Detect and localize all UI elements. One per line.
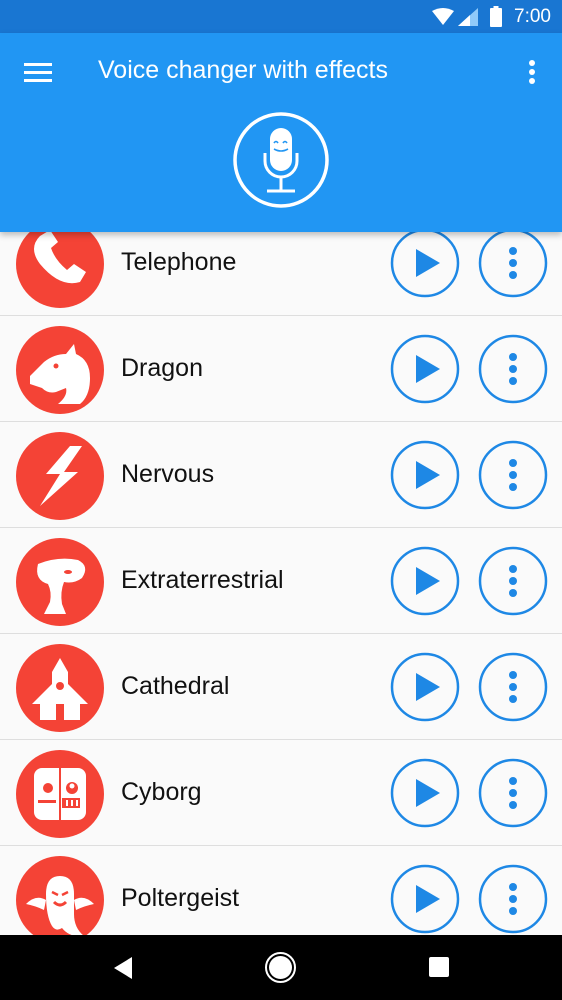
play-button[interactable] — [390, 758, 460, 828]
effect-options-button[interactable] — [478, 440, 548, 510]
effect-name: Cyborg — [121, 778, 202, 806]
play-button[interactable] — [390, 546, 460, 616]
cyborg-icon — [16, 750, 104, 838]
more-vert-icon — [509, 247, 517, 279]
effects-list: Telephone Dragon Nervous Extraterrestrial Ca… — [0, 210, 562, 952]
app-title: Voice changer with effects — [98, 56, 388, 84]
ghost-icon — [16, 856, 104, 944]
effect-options-button[interactable] — [478, 228, 548, 298]
effect-row[interactable]: Dragon — [0, 316, 562, 422]
microphone-icon[interactable] — [232, 111, 330, 209]
battery-icon — [490, 6, 502, 27]
effect-name: Telephone — [121, 248, 237, 276]
status-time: 7:00 — [514, 6, 551, 27]
effect-row[interactable]: Cathedral — [0, 634, 562, 740]
cathedral-icon — [16, 644, 104, 732]
play-icon — [416, 355, 440, 383]
effect-name: Poltergeist — [121, 884, 240, 912]
effect-options-button[interactable] — [478, 864, 548, 934]
back-icon[interactable] — [112, 956, 134, 980]
play-button[interactable] — [390, 864, 460, 934]
effect-name: Cathedral — [121, 672, 230, 700]
effect-row[interactable]: Nervous — [0, 422, 562, 528]
lightning-icon — [16, 432, 104, 520]
more-vert-icon — [509, 565, 517, 597]
effect-name: Nervous — [121, 460, 215, 488]
telephone-icon — [16, 220, 104, 308]
hamburger-menu-icon[interactable] — [24, 60, 52, 84]
play-icon — [416, 461, 440, 489]
status-bar: 7:00 — [0, 0, 562, 33]
effect-name: Dragon — [121, 354, 203, 382]
effect-row[interactable]: Extraterrestrial — [0, 528, 562, 634]
effect-options-button[interactable] — [478, 546, 548, 616]
home-icon[interactable] — [264, 951, 297, 984]
play-icon — [416, 779, 440, 807]
more-vert-icon — [509, 459, 517, 491]
more-vert-icon — [509, 777, 517, 809]
play-button[interactable] — [390, 440, 460, 510]
navigation-bar — [0, 935, 562, 1000]
play-icon — [416, 567, 440, 595]
signal-icon — [458, 8, 478, 26]
app-bar: Voice changer with effects — [0, 33, 562, 232]
wifi-icon — [432, 8, 454, 25]
more-vert-icon — [509, 671, 517, 703]
more-vert-icon — [509, 883, 517, 915]
play-button[interactable] — [390, 652, 460, 722]
play-icon — [416, 885, 440, 913]
effect-row[interactable]: Cyborg — [0, 740, 562, 846]
play-button[interactable] — [390, 228, 460, 298]
more-vert-icon[interactable] — [520, 57, 544, 87]
dragon-icon — [16, 326, 104, 414]
play-icon — [416, 673, 440, 701]
more-vert-icon — [509, 353, 517, 385]
effect-options-button[interactable] — [478, 334, 548, 404]
alien-icon — [16, 538, 104, 626]
effect-options-button[interactable] — [478, 758, 548, 828]
recents-icon[interactable] — [428, 956, 450, 978]
play-icon — [416, 249, 440, 277]
effect-options-button[interactable] — [478, 652, 548, 722]
effect-name: Extraterrestrial — [121, 566, 284, 594]
play-button[interactable] — [390, 334, 460, 404]
